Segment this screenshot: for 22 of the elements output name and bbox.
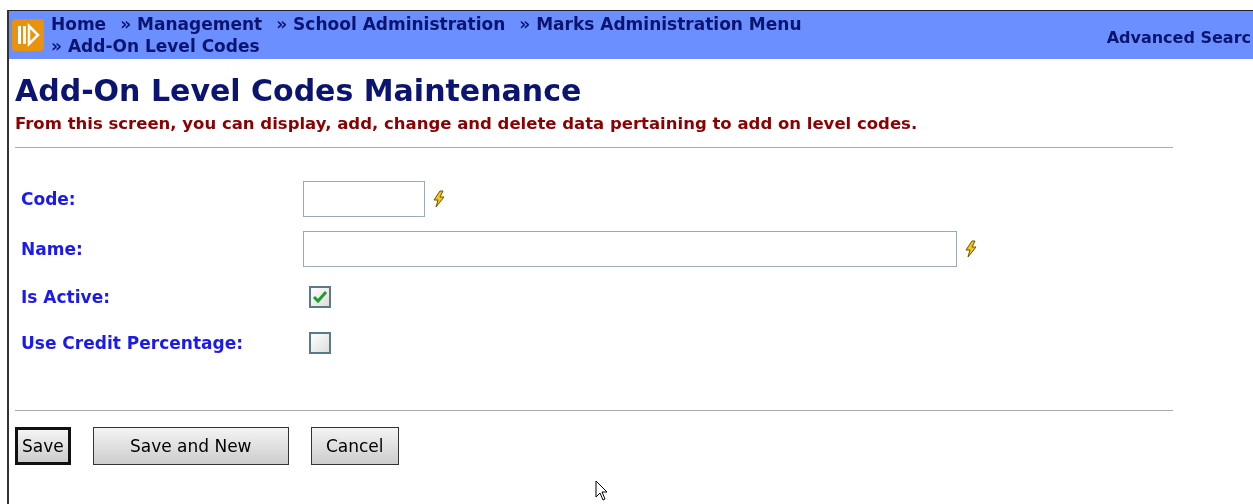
checkbox[interactable]	[309, 332, 331, 354]
breadcrumb-link[interactable]: Home	[51, 13, 107, 35]
input-field[interactable]	[303, 181, 425, 217]
breadcrumb-link[interactable]: » Marks Administration Menu	[519, 13, 802, 35]
logo-icon	[11, 18, 45, 52]
form-button[interactable]: Save	[15, 427, 71, 465]
field-label: Code:	[21, 189, 77, 209]
lightning-icon[interactable]	[963, 240, 979, 258]
page-title: Add-On Level Codes Maintenance	[15, 73, 583, 108]
breadcrumb-link[interactable]: » School Administration	[276, 13, 506, 35]
advanced-search-link[interactable]: Advanced Searc	[1106, 27, 1253, 47]
field-label: Use Credit Percentage:	[21, 333, 244, 353]
form-button[interactable]: Cancel	[310, 427, 399, 465]
field-label: Is Active:	[21, 287, 111, 307]
form-button[interactable]: Save and New	[92, 427, 289, 465]
checkbox[interactable]	[309, 286, 331, 308]
page-description: From this screen, you can display, add, change and delete data pertaining to add on level codes.	[15, 114, 919, 133]
breadcrumb-link[interactable]: » Management	[120, 13, 263, 35]
breadcrumb-link[interactable]: » Add-On Level Codes	[51, 35, 991, 57]
input-field[interactable]	[303, 231, 957, 267]
field-label: Name:	[21, 239, 84, 259]
lightning-icon[interactable]	[431, 190, 447, 208]
